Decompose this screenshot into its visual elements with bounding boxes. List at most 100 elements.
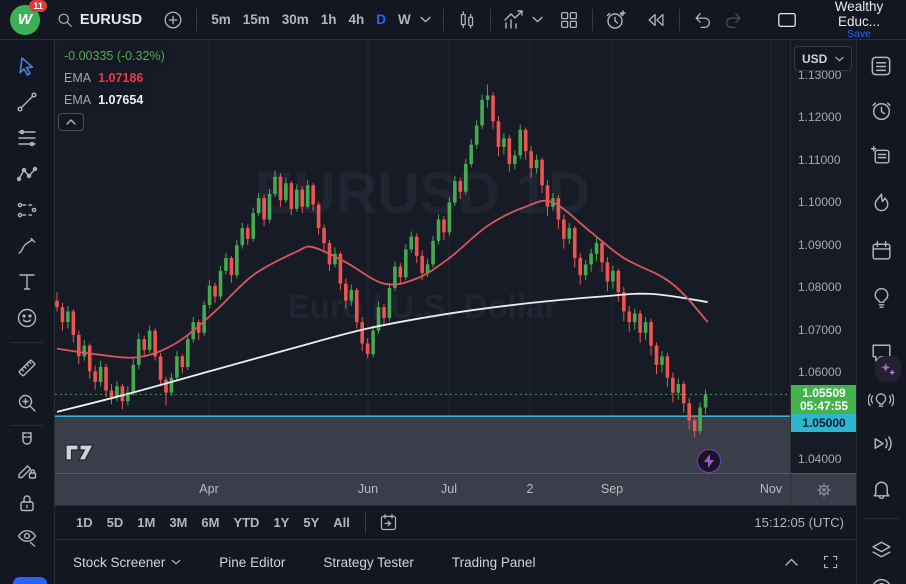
streams-button[interactable] [866,428,896,458]
timeframe-4h[interactable]: 4h [343,12,371,27]
create-alert-button[interactable] [601,5,631,35]
indicators-button[interactable] [499,5,529,35]
help-button[interactable] [866,573,896,584]
maximize-panel-button[interactable] [820,551,842,573]
range-ytd[interactable]: YTD [226,515,266,530]
fib-retracement-tool-button[interactable] [12,123,42,153]
timeframe-30m[interactable]: 30m [276,12,315,27]
currency-selector[interactable]: USD [794,46,852,71]
forecast-tool-button[interactable] [12,195,42,225]
symbol-name[interactable]: EURUSD [80,12,142,28]
time-tick: Apr [199,482,218,496]
axis-settings-corner[interactable] [790,473,856,505]
eye-slash-icon [15,525,39,549]
undo-button[interactable] [688,5,718,35]
measure-tool-button[interactable] [12,353,42,383]
tradingview-logo[interactable] [64,442,100,465]
tab-pine-editor[interactable]: Pine Editor [219,555,285,570]
grid-layout-icon [558,9,580,31]
hide-drawings-button[interactable] [12,522,42,552]
tab-stock-screener[interactable]: Stock Screener [73,555,181,570]
layout-grid-button[interactable] [555,5,585,35]
ruler-icon [15,356,39,380]
expand-panel-button[interactable] [780,551,802,573]
timeframe-1w[interactable]: W [392,12,417,27]
chevron-down-icon [171,559,181,565]
legend-ema-fast-row[interactable]: EMA1.07186 [58,69,149,87]
cursor-tool-button[interactable] [12,51,42,81]
text-tool-button[interactable] [12,267,42,297]
compare-add-button[interactable] [158,5,188,35]
ai-assistant-button[interactable] [875,356,901,382]
trading-platform-window: W 11 EURUSD 5m 15m 30m 1h 4h D W [0,0,906,584]
drawing-mode-lock-button[interactable] [12,455,42,485]
range-1d[interactable]: 1D [69,515,100,530]
legend-ema-slow-row[interactable]: EMA1.07654 [58,91,149,109]
indicators-icon [502,8,526,32]
emoji-tool-button[interactable] [12,303,42,333]
lightbulb-waves-icon [868,387,894,413]
toolbar-separator [592,9,593,31]
notifications-button[interactable] [866,473,896,503]
layers-icon [869,537,894,562]
redo-button[interactable] [718,5,748,35]
timeframe-15m[interactable]: 15m [237,12,276,27]
zoom-in-tool-button[interactable] [12,388,42,418]
tab-strategy-tester[interactable]: Strategy Tester [323,555,414,570]
range-6m[interactable]: 6M [194,515,226,530]
range-3m[interactable]: 3M [162,515,194,530]
lock-all-drawings-button[interactable] [12,488,42,518]
object-tree-button[interactable] [866,534,896,564]
time-axis[interactable]: Apr Jun Jul 2 Sep Nov [55,473,790,505]
range-5y[interactable]: 5Y [296,515,326,530]
server-clock[interactable]: 15:12:05 (UTC) [754,515,844,530]
brush-tool-button[interactable] [12,231,42,261]
layout-save-cluster[interactable]: Wealthy Educ... Save [812,0,906,40]
price-axis[interactable]: USD 1.13000 1.12000 1.11000 1.10000 1.09… [790,40,856,473]
live-ideas-button[interactable] [866,385,896,415]
symbol-search-button[interactable] [54,5,76,35]
alerts-button[interactable] [866,95,896,125]
timeframe-dropdown-button[interactable] [417,5,435,35]
tab-trading-panel[interactable]: Trading Panel [452,555,536,570]
chart-style-button[interactable] [452,5,482,35]
broker-logo[interactable]: W 11 [10,5,40,35]
hotlists-button[interactable] [866,188,896,218]
top-toolbar: W 11 EURUSD 5m 15m 30m 1h 4h D W [0,0,906,40]
right-sidebar [856,40,906,584]
range-1y[interactable]: 1Y [266,515,296,530]
range-1m[interactable]: 1M [130,515,162,530]
pattern-tool-button[interactable] [12,159,42,189]
save-button[interactable]: Save [812,28,906,40]
price-tick: 1.12000 [798,110,841,124]
toolbar-separator [490,9,491,31]
watchlist-button[interactable] [866,51,896,81]
gear-icon [815,481,833,499]
legend-change-row[interactable]: -0.00335 (-0.32%) [58,47,171,65]
calendar-button[interactable] [866,235,896,265]
layout-name[interactable]: Wealthy Educ... [812,0,906,29]
timeframe-1h[interactable]: 1h [315,12,343,27]
support-chat-button-partial[interactable] [13,577,47,584]
replay-icon [645,9,667,31]
go-to-date-button[interactable] [374,508,404,538]
price-change-value: -0.00335 (-0.32%) [64,49,165,63]
timeframe-5m[interactable]: 5m [205,12,237,27]
search-icon [55,10,75,30]
pencil-lock-icon [15,458,39,482]
legend-collapse-button[interactable] [58,113,84,131]
magnet-mode-button[interactable] [12,426,42,456]
play-waves-icon [869,431,894,456]
range-all[interactable]: All [326,515,357,530]
event-marker-badge[interactable] [697,449,721,473]
layout-frame-button[interactable] [772,5,802,35]
news-button[interactable] [866,140,896,170]
time-tick: 2 [527,482,534,496]
trend-line-tool-button[interactable] [12,87,42,117]
indicators-dropdown-button[interactable] [529,5,547,35]
bar-replay-button[interactable] [641,5,671,35]
ideas-button[interactable] [866,282,896,312]
timeframe-1d[interactable]: D [370,12,392,27]
sparkles-icon [879,360,897,378]
range-5d[interactable]: 5D [100,515,131,530]
